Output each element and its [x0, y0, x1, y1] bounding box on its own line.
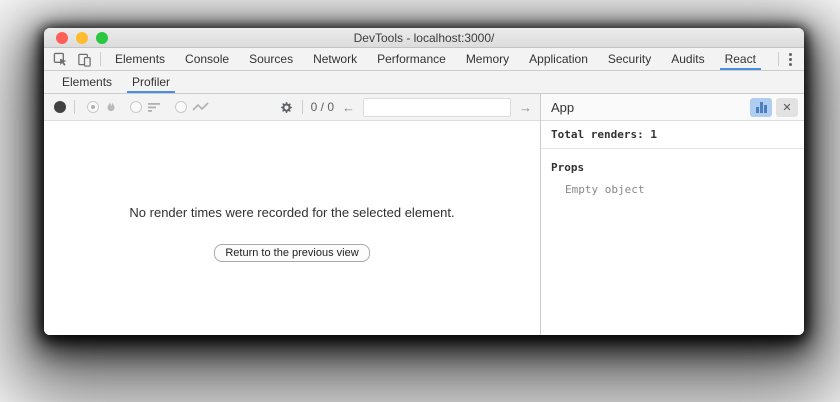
more-options-icon[interactable]: [787, 51, 794, 68]
flamegraph-icon: [104, 100, 118, 114]
empty-state-message: No render times were recorded for the se…: [129, 205, 454, 220]
return-previous-view-button[interactable]: Return to the previous view: [214, 244, 369, 262]
devtools-tabbar: Elements Console Sources Network: [44, 48, 804, 71]
snapshot-counter: 0 / 0: [311, 100, 334, 114]
interactions-radio[interactable]: [175, 101, 187, 113]
flamegraph-radio[interactable]: [87, 101, 99, 113]
ranked-radio[interactable]: [130, 101, 142, 113]
screenshot-canvas: DevTools - localhost:3000/: [0, 0, 840, 402]
devtools-tab[interactable]: Elements: [105, 48, 175, 70]
total-renders: Total renders: 1: [541, 121, 804, 149]
selected-component-name: App: [551, 100, 574, 115]
chart-type-flamegraph[interactable]: [87, 100, 118, 114]
minimize-window-icon[interactable]: [76, 32, 88, 44]
devtools-tab[interactable]: Network: [303, 48, 367, 70]
props-value: Empty object: [541, 174, 804, 196]
divider: [302, 100, 303, 114]
devtools-tab[interactable]: Security: [598, 48, 661, 70]
devtools-tab-label: Memory: [466, 52, 509, 66]
devtools-tab-label: Performance: [377, 52, 446, 66]
interactions-icon: [192, 100, 210, 114]
divider: [778, 52, 779, 66]
react-subtab[interactable]: Elements: [52, 71, 122, 93]
details-actions: ✕: [750, 98, 798, 117]
divider: [74, 100, 75, 114]
devtools-tab[interactable]: Application: [519, 48, 598, 70]
gear-icon[interactable]: [279, 100, 294, 115]
devtools-tab-label: Network: [313, 52, 357, 66]
toggle-chart-button[interactable]: [750, 98, 772, 117]
devtools-tab-label: React: [725, 52, 756, 66]
devtools-tab[interactable]: Performance: [367, 48, 456, 70]
traffic-lights: [56, 28, 108, 47]
details-pane: App ✕ Total renders: 1 Props Empty objec…: [541, 94, 804, 335]
react-subtab-label: Elements: [62, 75, 112, 89]
profiler-pane: 0 / 0 ← → No render times were recorded …: [44, 94, 540, 335]
details-header: App ✕: [541, 94, 804, 121]
profiler-split: 0 / 0 ← → No render times were recorded …: [44, 94, 804, 335]
tabbar-icons: [44, 48, 100, 70]
react-subtab-label: Profiler: [132, 75, 170, 89]
close-details-button[interactable]: ✕: [776, 98, 798, 117]
profiler-empty-state: No render times were recorded for the se…: [44, 121, 540, 335]
react-subtab[interactable]: Profiler: [122, 71, 180, 93]
chart-type-ranked[interactable]: [130, 100, 163, 114]
devtools-tab-label: Application: [529, 52, 588, 66]
window-title: DevTools - localhost:3000/: [354, 31, 495, 45]
bar-chart-icon: [756, 102, 767, 113]
close-window-icon[interactable]: [56, 32, 68, 44]
device-toolbar-icon[interactable]: [77, 52, 92, 67]
zoom-window-icon[interactable]: [96, 32, 108, 44]
devtools-tab[interactable]: React: [715, 48, 766, 70]
next-snapshot-icon[interactable]: →: [519, 101, 532, 114]
chart-type-interactions[interactable]: [175, 100, 210, 114]
tabbar-right: [778, 48, 804, 70]
record-icon[interactable]: [54, 101, 66, 113]
ranked-icon: [147, 100, 163, 114]
devtools-tab-label: Security: [608, 52, 651, 66]
divider: [100, 52, 101, 66]
devtools-tab-label: Sources: [249, 52, 293, 66]
react-subtabbar: Elements Profiler: [44, 71, 804, 94]
titlebar: DevTools - localhost:3000/: [44, 28, 804, 48]
snapshot-search-input[interactable]: [363, 98, 511, 117]
profiler-toolbar: 0 / 0 ← →: [44, 94, 540, 121]
props-section-label: Props: [541, 149, 804, 174]
devtools-tab[interactable]: Memory: [456, 48, 519, 70]
devtools-tabs: Elements Console Sources Network: [105, 48, 766, 70]
devtools-tab[interactable]: Audits: [661, 48, 714, 70]
devtools-tab[interactable]: Sources: [239, 48, 303, 70]
previous-snapshot-icon[interactable]: ←: [342, 101, 355, 114]
devtools-window: DevTools - localhost:3000/: [44, 28, 804, 335]
inspect-element-icon[interactable]: [53, 52, 68, 67]
devtools-tab-label: Elements: [115, 52, 165, 66]
devtools-tab[interactable]: Console: [175, 48, 239, 70]
devtools-tab-label: Audits: [671, 52, 704, 66]
devtools-tab-label: Console: [185, 52, 229, 66]
